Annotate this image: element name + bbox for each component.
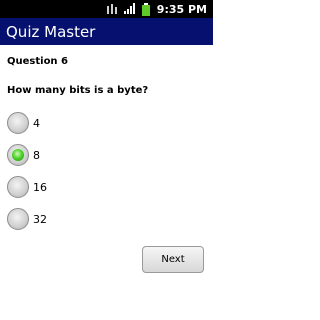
signal-icon [123,3,137,15]
title-bar: Quiz Master [0,18,213,45]
answer-label: 8 [33,148,40,162]
question-text: How many bits is a byte? [7,85,149,96]
battery-icon [141,2,150,16]
answer-option[interactable]: 16 [7,171,197,203]
answer-options: 4 8 16 32 [7,107,197,235]
answer-option[interactable]: 4 [7,107,197,139]
radio-button[interactable] [7,176,29,198]
usb-icon [106,3,118,15]
status-bar: 9:35 PM [0,0,213,18]
answer-label: 32 [33,212,47,226]
answer-label: 4 [33,116,40,130]
answer-label: 16 [33,180,47,194]
answer-option[interactable]: 8 [7,139,197,171]
app-title: Quiz Master [6,22,96,41]
answer-option[interactable]: 32 [7,203,197,235]
status-clock: 9:35 PM [156,2,207,16]
next-button[interactable]: Next [142,246,204,273]
radio-dot [12,149,24,161]
question-number: Question 6 [7,56,68,67]
radio-button[interactable] [7,144,29,166]
radio-button[interactable] [7,208,29,230]
radio-button[interactable] [7,112,29,134]
